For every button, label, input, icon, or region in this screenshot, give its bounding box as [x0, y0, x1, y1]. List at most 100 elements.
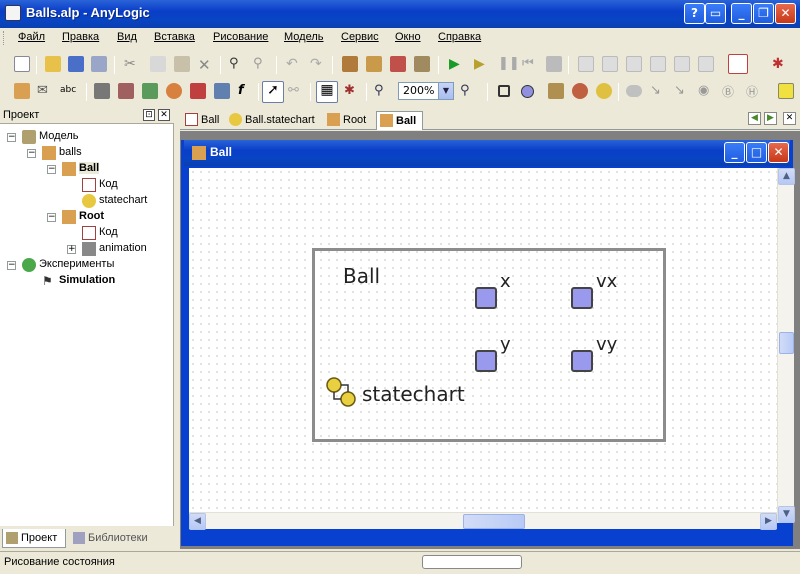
delete-icon[interactable]: ✕: [198, 56, 214, 74]
cut-icon[interactable]: ✂: [124, 56, 140, 72]
menu-edit[interactable]: Правка: [62, 31, 99, 43]
editor-close-button[interactable]: ✕: [768, 142, 789, 163]
doc-icon[interactable]: [626, 56, 642, 72]
text-icon[interactable]: abc: [60, 85, 82, 101]
new-file-icon[interactable]: [14, 56, 30, 72]
scroll-down-icon[interactable]: ▼: [778, 506, 795, 523]
step-icon[interactable]: ▶: [474, 56, 490, 72]
tab-ball-code[interactable]: Ball: [182, 111, 225, 130]
save-all-icon[interactable]: [91, 56, 107, 72]
zoom-in-icon[interactable]: ⚲: [460, 83, 476, 99]
run-icon[interactable]: ▶: [449, 56, 465, 72]
wizard-icon[interactable]: ✱: [772, 56, 788, 72]
port-icon[interactable]: [94, 83, 110, 99]
properties-icon[interactable]: [390, 56, 406, 72]
doc-icon[interactable]: [698, 56, 714, 72]
message-icon[interactable]: ✉: [37, 83, 53, 99]
chart-icon[interactable]: [166, 83, 182, 99]
settings-icon[interactable]: [414, 56, 430, 72]
table-icon[interactable]: [214, 83, 230, 99]
menu-model[interactable]: Модель: [284, 31, 323, 43]
tab-ball[interactable]: Ball: [376, 111, 424, 130]
minimize-button[interactable]: _: [731, 3, 752, 24]
collapse-icon[interactable]: −: [7, 133, 16, 142]
save-icon[interactable]: [68, 56, 84, 72]
undo-icon[interactable]: ↶: [286, 56, 302, 72]
tab-close-icon[interactable]: ✕: [783, 112, 796, 125]
link-icon[interactable]: ⚯: [288, 83, 304, 99]
redo-icon[interactable]: ↷: [310, 56, 326, 72]
menu-view[interactable]: Вид: [117, 31, 137, 43]
statechart-icon[interactable]: [325, 376, 359, 410]
polyline-icon[interactable]: ↘: [674, 83, 690, 99]
doc-icon[interactable]: [674, 56, 690, 72]
open-folder-icon[interactable]: [45, 56, 61, 72]
help-button[interactable]: ?: [684, 3, 705, 24]
pause-icon[interactable]: ❚❚: [498, 56, 520, 72]
variable-vx-icon[interactable]: [571, 287, 593, 309]
horizontal-scrollbar[interactable]: ◀ ▶: [189, 512, 777, 530]
replace-icon[interactable]: ⚲: [253, 56, 269, 72]
initial-state-icon[interactable]: ◉: [698, 83, 714, 99]
tab-ball-statechart[interactable]: Ball.statechart: [226, 111, 321, 130]
build-all-icon[interactable]: [366, 56, 382, 72]
step-back-icon[interactable]: ⏮: [522, 56, 538, 72]
note-icon[interactable]: [778, 83, 794, 99]
grid-icon[interactable]: ▦: [316, 81, 338, 103]
restore-button[interactable]: ❐: [753, 3, 774, 24]
tab-project[interactable]: Проект: [2, 529, 66, 548]
snap-icon[interactable]: ✱: [344, 83, 360, 99]
scroll-left-icon[interactable]: ◀: [189, 513, 206, 530]
zoom-out-icon[interactable]: ⚲: [374, 83, 390, 99]
function-icon[interactable]: f: [238, 83, 254, 99]
rectangle-icon[interactable]: [498, 85, 510, 97]
vertical-scroll-thumb[interactable]: [779, 332, 794, 354]
vertical-scrollbar[interactable]: ▲ ▼: [777, 168, 795, 523]
doc-icon[interactable]: [650, 56, 666, 72]
variable-vy-icon[interactable]: [571, 350, 593, 372]
doc-icon[interactable]: [578, 56, 594, 72]
editor-minimize-button[interactable]: _: [724, 142, 745, 163]
variable-x-icon[interactable]: [475, 287, 497, 309]
doc-icon[interactable]: [602, 56, 618, 72]
oval-icon[interactable]: [626, 85, 642, 97]
menu-file[interactable]: Файл: [18, 31, 45, 43]
b-icon[interactable]: Ⓑ: [722, 83, 738, 99]
drawing-canvas[interactable]: Ball x vx y vy statechart: [189, 168, 777, 512]
menu-help[interactable]: Справка: [438, 31, 481, 43]
scroll-up-icon[interactable]: ▲: [778, 168, 795, 185]
close-button[interactable]: ✕: [775, 3, 796, 24]
chevron-down-icon[interactable]: ▼: [438, 83, 453, 99]
zoom-select[interactable]: 200% ▼: [398, 82, 454, 100]
h-icon[interactable]: Ⓗ: [746, 83, 762, 99]
tab-root[interactable]: Root: [324, 111, 372, 130]
tile-button[interactable]: ▭: [705, 3, 726, 24]
menu-service[interactable]: Сервис: [341, 31, 379, 43]
menu-draw[interactable]: Рисование: [213, 31, 268, 43]
image-icon[interactable]: [142, 83, 158, 99]
transition-icon[interactable]: [548, 83, 564, 99]
plot-icon[interactable]: [190, 83, 206, 99]
variable-y-icon[interactable]: [475, 350, 497, 372]
scroll-right-icon[interactable]: ▶: [760, 513, 777, 530]
find-icon[interactable]: ⚲: [229, 56, 245, 72]
build-icon[interactable]: [342, 56, 358, 72]
tab-libraries[interactable]: Библиотеки: [70, 529, 160, 548]
collapse-icon[interactable]: −: [47, 165, 56, 174]
horizontal-scroll-thumb[interactable]: [463, 514, 525, 529]
expand-icon[interactable]: +: [67, 245, 76, 254]
connector-icon[interactable]: [118, 83, 134, 99]
statechart-icon[interactable]: [596, 83, 612, 99]
collapse-icon[interactable]: −: [47, 213, 56, 222]
copy-icon[interactable]: [150, 56, 166, 72]
tab-scroll-right-icon[interactable]: ▶: [764, 112, 777, 125]
state-icon[interactable]: [521, 85, 534, 98]
paste-icon[interactable]: [174, 56, 190, 72]
class-icon[interactable]: [14, 83, 30, 99]
menu-insert[interactable]: Вставка: [154, 31, 195, 43]
menu-window[interactable]: Окно: [395, 31, 421, 43]
branch-icon[interactable]: [572, 83, 588, 99]
debug-icon[interactable]: [728, 54, 748, 74]
tab-scroll-left-icon[interactable]: ◀: [748, 112, 761, 125]
panel-close-icon[interactable]: ✕: [158, 109, 170, 121]
